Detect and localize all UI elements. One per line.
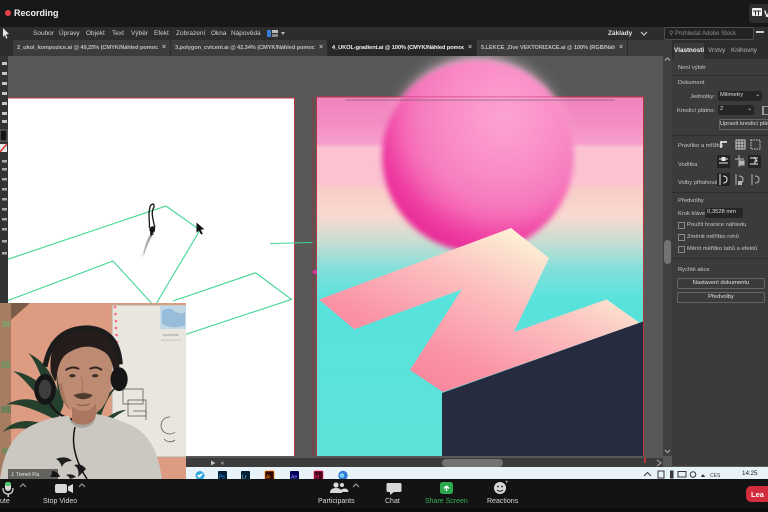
svg-text:Lea: Lea bbox=[751, 490, 765, 499]
svg-text:bitterproduction: bitterproduction bbox=[161, 338, 182, 342]
svg-text:14:25: 14:25 bbox=[742, 470, 758, 477]
svg-text:Participants: Participants bbox=[318, 498, 355, 505]
svg-text:+: + bbox=[505, 480, 509, 486]
svg-text:V: V bbox=[764, 9, 768, 19]
svg-text:ute: ute bbox=[0, 498, 10, 505]
svg-text:Share Screen: Share Screen bbox=[425, 498, 468, 505]
svg-text:J. Tomeš Fla: J. Tomeš Fla bbox=[11, 472, 39, 478]
svg-text:Chat: Chat bbox=[385, 498, 400, 505]
svg-text:Stop Video: Stop Video bbox=[43, 498, 77, 505]
svg-text:Reactions: Reactions bbox=[487, 498, 519, 505]
svg-text:symetone: symetone bbox=[163, 333, 179, 337]
